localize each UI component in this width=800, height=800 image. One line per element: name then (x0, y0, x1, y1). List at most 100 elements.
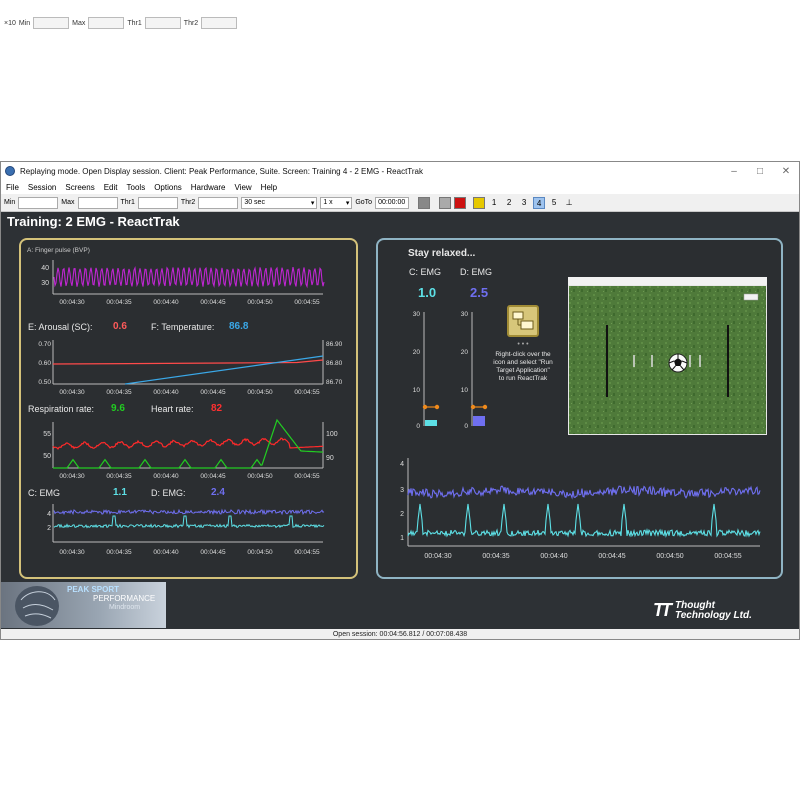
temperature-value: 86.8 (229, 321, 249, 332)
brand-line2: Technology Ltd. (675, 609, 752, 621)
thr2-label: Thr2 (180, 199, 196, 206)
speed-select[interactable]: 1 x ▾ (320, 196, 353, 209)
left-goal-post (606, 325, 608, 397)
max-field[interactable] (77, 196, 118, 209)
maximize-button[interactable]: □ (747, 166, 773, 177)
screen-5-button[interactable]: 5 (548, 197, 560, 209)
close-button[interactable]: ✕ (773, 166, 799, 177)
left-panel: A: Finger pulse (BVP) 40 30 00:04:30 00:… (19, 238, 358, 579)
bar-d-label: D: EMG (460, 267, 493, 277)
thr1-field[interactable] (144, 17, 181, 29)
record-button[interactable] (454, 196, 467, 209)
screen-title: Training: 2 EMG - ReactTrak (7, 214, 180, 229)
y2-tick: 86.70 (326, 379, 343, 386)
stop-alt-button[interactable] (439, 196, 452, 209)
max-field[interactable] (88, 17, 125, 29)
screen-4-button[interactable]: 4 (533, 196, 546, 209)
game-titlebar (568, 277, 767, 285)
y-tick: 4 (400, 461, 404, 468)
x-tick: 00:04:55 (714, 553, 741, 560)
screen-3-button[interactable]: 3 (518, 197, 530, 209)
goto-label: GoTo (355, 199, 373, 206)
x-tick: 00:04:50 (247, 299, 273, 306)
duration-select[interactable]: 30 sec ▾ (241, 196, 318, 209)
logo-line3: Mindroom (109, 604, 141, 611)
chevron-down-icon: ▾ (310, 199, 315, 207)
menu-hardware[interactable]: Hardware (191, 183, 226, 192)
arousal-label: E: Arousal (SC): (28, 322, 93, 332)
bar-tick: 10 (461, 387, 469, 394)
x-tick: 00:04:35 (106, 389, 132, 396)
y2-tick: 86.80 (326, 360, 343, 367)
min-field[interactable] (33, 17, 70, 29)
thr1-field[interactable] (137, 196, 178, 209)
x-tick: 00:04:30 (59, 473, 85, 480)
reacttrak-game-window[interactable] (568, 277, 767, 435)
stop-button[interactable] (418, 196, 431, 209)
min-field[interactable] (18, 196, 59, 209)
x-ticks: 00:04:30 00:04:35 00:04:40 00:04:45 00:0… (59, 299, 320, 306)
bar-tick: 20 (413, 349, 421, 356)
y-tick: 2 (400, 511, 404, 518)
y-tick: 50 (43, 453, 51, 460)
thr2-label: Thr2 (183, 19, 199, 27)
heart-rate-series (52, 437, 324, 450)
x-tick: 00:04:55 (294, 299, 320, 306)
y-tick: 40 (41, 265, 49, 272)
threshold-d-handle (482, 404, 488, 410)
emg-c-series (407, 503, 761, 538)
x-tick: 00:04:30 (424, 553, 451, 560)
emg-c-label: C: EMG (28, 488, 61, 498)
toolbar: Min Max Thr1 Thr2 30 sec ▾ 1 x ▾ GoTo 00… (1, 194, 799, 212)
menu-screens[interactable]: Screens (65, 183, 94, 192)
x-tick: 00:04:45 (200, 473, 226, 480)
menu-tools[interactable]: Tools (127, 183, 146, 192)
bar-c-value: 1.0 (418, 285, 437, 300)
menu-session[interactable]: Session (28, 183, 56, 192)
respiration-label: Respiration rate: (28, 404, 95, 414)
bvp-chart: 40 30 00:04:30 00:04:35 00:04:40 00:04:4… (41, 260, 325, 306)
x-tick: 00:04:40 (153, 549, 179, 556)
emg-c-series (53, 515, 325, 529)
y-tick: 0.50 (38, 379, 51, 386)
y-tick: 1 (400, 535, 404, 542)
thought-technology-logo: TT Thought Technology Ltd. (653, 600, 752, 621)
menu-edit[interactable]: Edit (104, 183, 118, 192)
menu-view[interactable]: View (234, 183, 251, 192)
app-window: Replaying mode. Open Display session. Cl… (0, 161, 800, 640)
x-tick: 00:04:55 (294, 549, 320, 556)
y-tick: 55 (43, 431, 51, 438)
soccer-ball-icon (668, 353, 688, 373)
bvp-series (53, 266, 325, 289)
x-tick: 00:04:45 (200, 389, 226, 396)
thr2-field[interactable] (201, 17, 238, 29)
emg-d-value: 2.4 (211, 487, 225, 498)
emg-d-series (407, 484, 761, 500)
screen-2-button[interactable]: 2 (503, 197, 515, 209)
screen-1-button[interactable]: 1 (488, 197, 500, 209)
baseline-icon[interactable]: ⊥ (563, 197, 575, 209)
minimize-button[interactable]: – (721, 166, 747, 177)
app-icon (5, 166, 15, 176)
menu-file[interactable]: File (6, 183, 19, 192)
max-label: Max (61, 199, 75, 206)
bar-d-value: 2.5 (470, 285, 489, 300)
menu-help[interactable]: Help (261, 183, 277, 192)
pause-button[interactable] (473, 196, 486, 209)
sc-temp-chart: 0.70 0.60 0.50 86.90 86.80 86.70 00:04:3… (38, 340, 343, 396)
respiration-value: 9.6 (111, 403, 125, 414)
x-tick: 00:04:50 (656, 553, 683, 560)
thr2-field[interactable] (198, 196, 239, 209)
emg-chart: 4 2 00:04:30 00:04:35 00:04:40 00:04:45 … (47, 504, 325, 556)
y-tick: 0.60 (38, 360, 51, 367)
x-tick: 00:04:35 (106, 473, 132, 480)
grass-field (569, 286, 766, 434)
menu-options[interactable]: Options (154, 183, 182, 192)
goto-field[interactable]: 00:00:00 (375, 196, 410, 209)
emg-c-value: 1.1 (113, 487, 127, 498)
emg-bar-gauges: 30 20 10 0 30 20 10 0 (413, 311, 488, 430)
x-tick: 00:04:45 (200, 549, 226, 556)
x-tick: 00:04:50 (247, 549, 273, 556)
x-tick: 00:04:50 (247, 389, 273, 396)
target-application-icon[interactable] (507, 305, 539, 337)
